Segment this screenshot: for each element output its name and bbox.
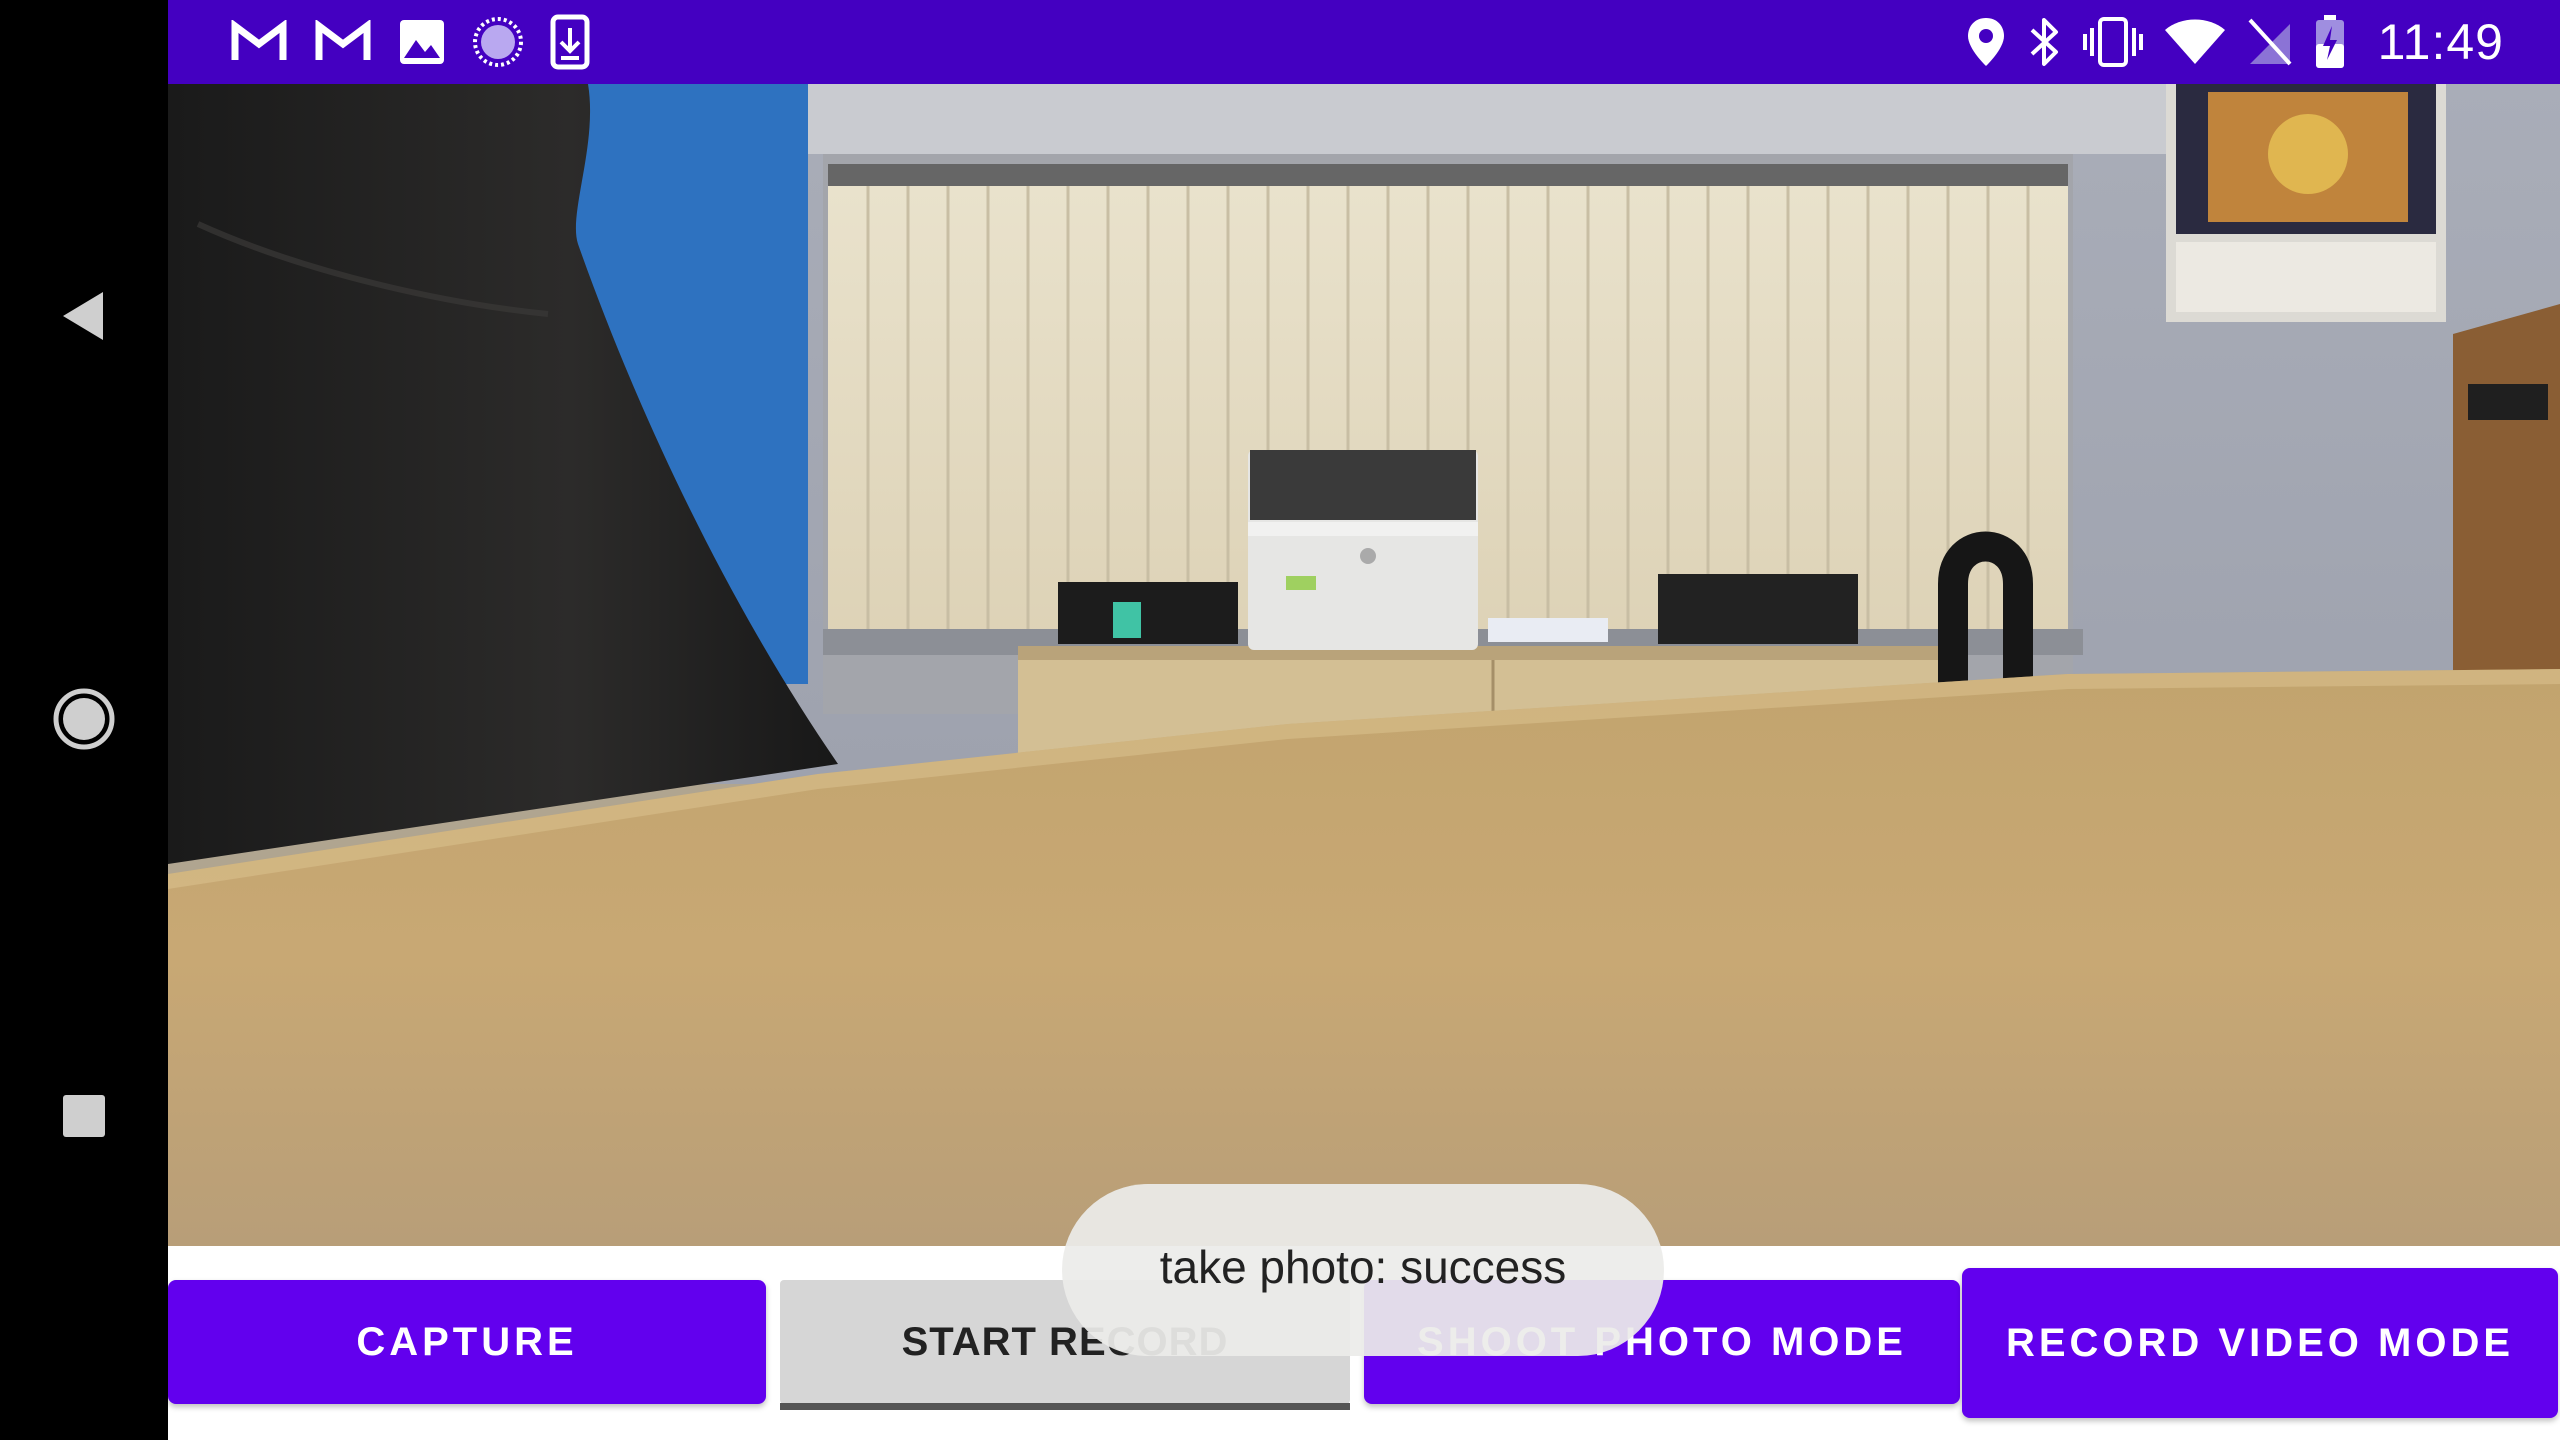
record-video-mode-button[interactable]: RECORD VIDEO MODE [1962,1268,2558,1418]
clock: 11:49 [2377,14,2504,70]
battery-charging-icon [2314,14,2346,70]
no-sim-icon [2246,16,2294,68]
location-icon [1966,16,2006,68]
back-icon[interactable] [61,290,107,347]
download-icon [550,14,590,70]
gmail-icon [314,20,372,64]
image-icon [398,18,446,66]
sync-spinner-icon [472,16,524,68]
wifi-icon [2164,18,2226,66]
toast-message: take photo: success [1062,1184,1664,1356]
gmail-icon [230,20,288,64]
home-icon[interactable] [51,686,117,757]
recents-icon[interactable] [62,1094,106,1143]
status-bar: 11:49 [168,0,2560,84]
camera-preview [168,84,2560,1246]
bluetooth-icon [2026,16,2062,68]
capture-button[interactable]: CAPTURE [168,1280,766,1404]
vibrate-icon [2082,16,2144,68]
navigation-bar [0,0,168,1440]
